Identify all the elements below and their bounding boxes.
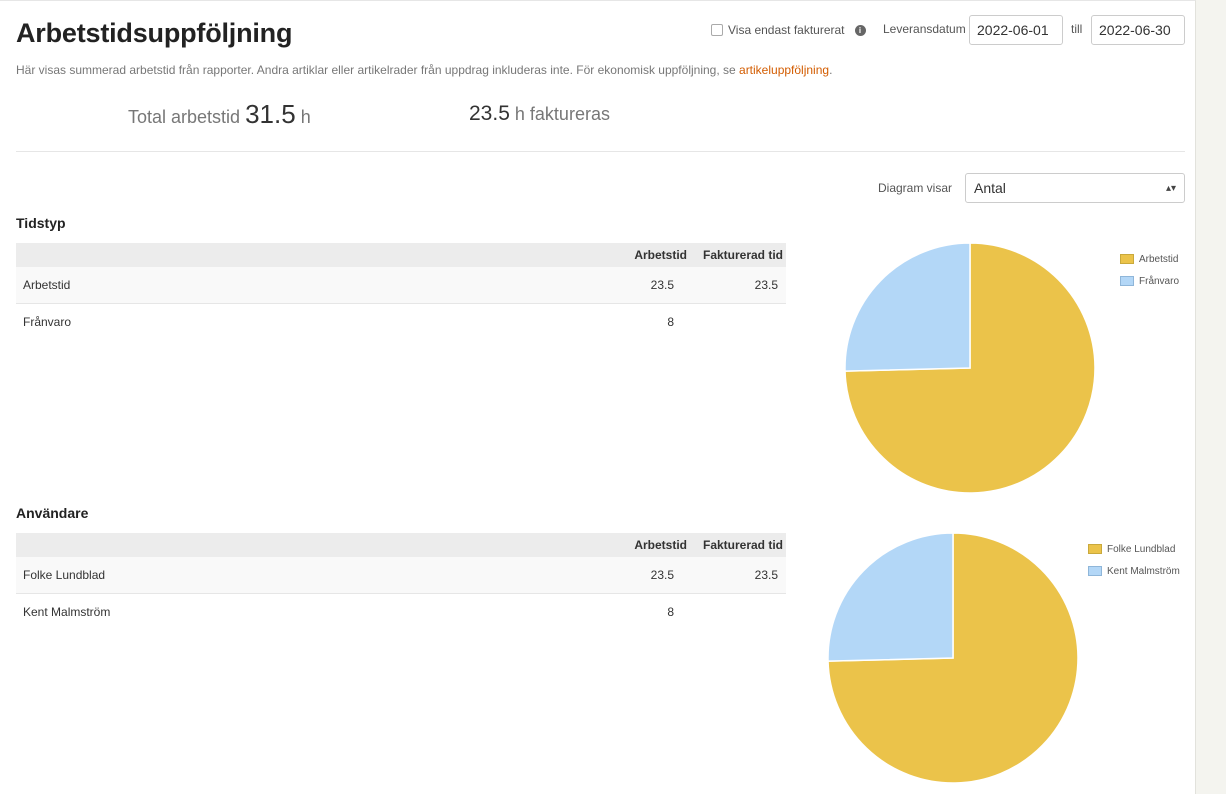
total-unit: h [300,107,311,127]
tidstyp-table: Arbetstid Fakturerad tid Arbetstid 23.5 … [16,243,786,340]
chart-type-select[interactable]: Antal ▴▾ [965,173,1185,203]
page-title: Arbetstidsuppföljning [16,18,293,48]
legend-label: Arbetstid [1139,253,1179,265]
description-end: . [829,63,833,77]
page-description: Här visas summerad arbetstid från rappor… [16,63,832,77]
column-header: Arbetstid [594,243,690,267]
total-value: 31.5 [245,99,296,129]
invoiced-stat: 23.5 h faktureras [469,102,610,126]
info-icon[interactable]: i [854,24,866,36]
legend-swatch [1120,276,1134,286]
tidstyp-pie-chart [844,242,1096,494]
legend-swatch [1088,566,1102,576]
legend-label: Frånvaro [1139,275,1180,287]
tidstyp-title: Tidstyp [16,215,66,231]
row-worked: 23.5 [594,557,690,594]
pie-slice-kent-malmström[interactable] [827,532,954,662]
column-header: Fakturerad tid [690,243,786,267]
table-row: Frånvaro 8 [16,304,786,341]
total-label: Total arbetstid [128,107,241,127]
row-invoiced [690,304,786,341]
row-name: Frånvaro [23,315,72,329]
only-invoiced-checkbox[interactable] [711,24,723,36]
date-from-input[interactable] [969,15,1063,45]
to-label: till [1071,22,1083,36]
anvandare-title: Användare [16,505,89,521]
column-header [16,243,594,267]
only-invoiced-label: Visa endast fakturerat [728,23,845,37]
anvandare-pie-chart [827,532,1079,784]
legend-item: Frånvaro [1120,270,1179,292]
divider [16,151,1185,152]
invoiced-unit: h [514,104,525,124]
row-name: Folke Lundblad [16,557,594,594]
row-name: Kent Malmström [23,605,111,619]
row-worked: 8 [667,605,674,619]
legend-label: Folke Lundblad [1107,543,1176,555]
tidstyp-legend: Arbetstid Frånvaro [1120,248,1179,292]
row-name: Arbetstid [16,267,594,304]
legend-item: Kent Malmström [1088,560,1180,582]
table-header: Arbetstid Fakturerad tid [16,243,786,267]
row-invoiced: 23.5 [690,267,786,304]
table-header: Arbetstid Fakturerad tid [16,533,786,557]
description-text: Här visas summerad arbetstid från rappor… [16,63,740,77]
anvandare-legend: Folke Lundblad Kent Malmström [1088,538,1180,582]
row-worked: 8 [667,315,674,329]
legend-swatch [1088,544,1102,554]
pie-slice-frånvaro[interactable] [844,242,971,372]
row-invoiced [690,594,786,631]
table-row: Arbetstid 23.5 23.5 [16,267,786,304]
table-row: Folke Lundblad 23.5 23.5 [16,557,786,594]
table-row: Kent Malmström 8 [16,594,786,631]
legend-label: Kent Malmström [1107,565,1180,577]
column-header: Fakturerad tid [690,533,786,557]
column-header [16,533,594,557]
row-invoiced: 23.5 [690,557,786,594]
chart-type-selected: Antal [974,180,1006,196]
column-header: Arbetstid [594,533,690,557]
total-worktime-stat: Total arbetstid 31.5 h [128,99,311,130]
date-to-input[interactable] [1091,15,1185,45]
legend-swatch [1120,254,1134,264]
row-worked: 23.5 [594,267,690,304]
main-panel: Arbetstidsuppföljning Här visas summerad… [0,0,1196,794]
select-caret-icon: ▴▾ [1165,182,1176,194]
chart-selector-label: Diagram visar [878,181,953,195]
only-invoiced-filter[interactable]: Visa endast fakturerat i [711,15,866,45]
article-followup-link[interactable]: artikeluppföljning [739,63,829,77]
legend-item: Folke Lundblad [1088,538,1180,560]
delivery-date-label: Leveransdatum [883,22,966,36]
legend-item: Arbetstid [1120,248,1179,270]
invoiced-label: faktureras [529,104,610,124]
invoiced-value: 23.5 [469,102,510,125]
anvandare-table: Arbetstid Fakturerad tid Folke Lundblad … [16,533,786,630]
